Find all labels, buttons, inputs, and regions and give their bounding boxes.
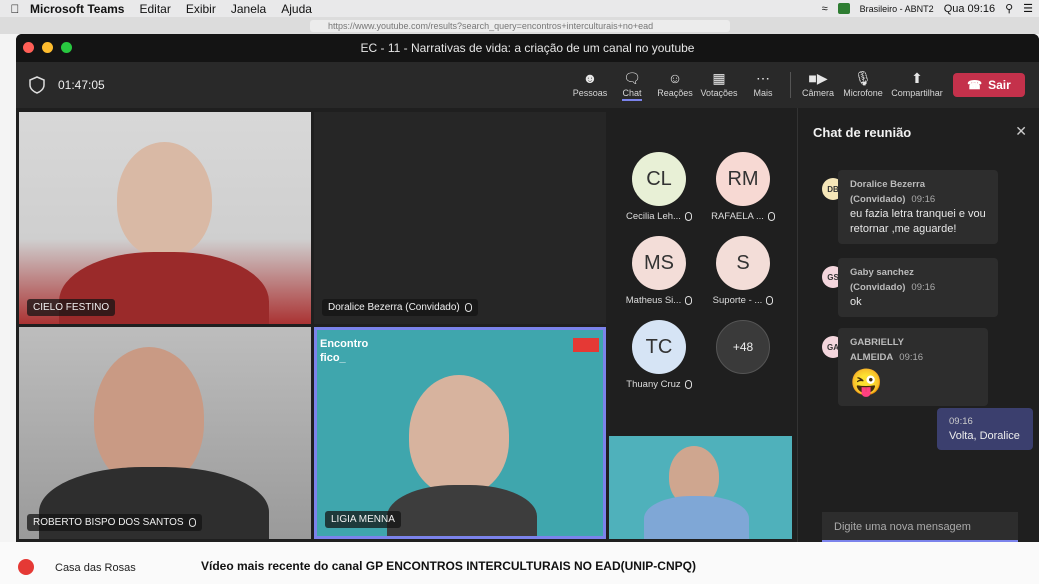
menu-janela[interactable]: Janela: [231, 2, 266, 16]
phone-hangup-icon: ☎: [967, 78, 983, 92]
reactions-icon: ☺: [667, 70, 683, 86]
window-titlebar: EC - 11 - Narrativas de vida: a criação …: [16, 34, 1039, 62]
tile-name-label: ROBERTO BISPO DOS SANTOS: [27, 514, 202, 531]
roster-avatar[interactable]: MS Matheus Si...: [619, 236, 699, 306]
wifi-icon[interactable]: ≈: [822, 3, 828, 15]
menu-ajuda[interactable]: Ajuda: [281, 2, 312, 16]
message-compose-input[interactable]: Digite uma nova mensagem: [822, 512, 1018, 542]
video-tile-self-view[interactable]: [609, 436, 792, 539]
menubar-status-area: ≈ Brasileiro - ABNT2 Qua 09:16 ⚲ ☰: [822, 0, 1033, 17]
spotlight-icon[interactable]: ⚲: [1005, 2, 1013, 15]
meeting-chat-panel: Chat de reunião ✕ DB Doralice Bezerra (C…: [797, 108, 1039, 542]
roster-avatar[interactable]: S Suporte - ...: [703, 236, 783, 306]
tile-name-label: CIELO FESTINO: [27, 299, 116, 316]
chat-message: Gaby sanchez (Convidado) 09:16 ok: [838, 258, 998, 317]
participant-body: [644, 496, 749, 539]
teams-meeting-window: EC - 11 - Narrativas de vida: a criação …: [16, 34, 1039, 542]
mic-muted-icon: [464, 303, 472, 312]
video-tile-cielo[interactable]: CIELO FESTINO: [19, 112, 311, 324]
channel-link[interactable]: Casa das Rosas: [55, 562, 136, 574]
apple-menu-icon[interactable]: : [0, 2, 30, 16]
channel-avatar-icon[interactable]: [18, 559, 34, 575]
participant-face: [409, 375, 509, 495]
meeting-toolbar: 01:47:05 ☻ Pessoas 🗨 Chat ☺ Reações ▦ Vo…: [16, 62, 1039, 108]
youtube-page-strip: Casa das Rosas Vídeo mais recente do can…: [0, 542, 1039, 584]
roster-overflow-count[interactable]: +48: [703, 320, 783, 374]
video-tile-roberto[interactable]: ROBERTO BISPO DOS SANTOS: [19, 327, 311, 539]
own-chat-message: 09:16 Volta, Doralice: [937, 408, 1033, 450]
chat-icon: 🗨: [623, 69, 641, 86]
chat-message: GABRIELLY ALMEIDA 09:16 😜: [838, 328, 988, 406]
menubar-clock[interactable]: Qua 09:16: [944, 3, 995, 15]
menu-exibir[interactable]: Exibir: [186, 2, 216, 16]
mic-muted-icon: [767, 212, 775, 221]
toolbar-divider: [790, 72, 791, 98]
control-center-icon[interactable]: ☰: [1023, 2, 1033, 15]
chat-message: Doralice Bezerra (Convidado) 09:16 eu faz…: [838, 170, 998, 244]
meeting-timer: 01:47:05: [58, 78, 105, 92]
more-button[interactable]: ⋯ Mais: [737, 68, 789, 104]
mic-muted-icon: [685, 296, 693, 305]
menu-editar[interactable]: Editar: [139, 2, 170, 16]
browser-url-bar[interactable]: https://www.youtube.com/results?search_q…: [310, 20, 730, 32]
roster-avatar[interactable]: TC Thuany Cruz: [619, 320, 699, 390]
more-icon: ⋯: [756, 69, 770, 86]
minimize-window-button[interactable]: [42, 42, 53, 53]
video-tile-ligia[interactable]: Encontro fico_ LIGIA MENNA: [314, 327, 606, 539]
macos-menubar:  Microsoft Teams Editar Exibir Janela A…: [0, 0, 1039, 17]
video-title[interactable]: Vídeo mais recente do canal GP ENCONTROS…: [201, 559, 696, 573]
mic-muted-icon: [684, 212, 692, 221]
slide-text-encontro: Encontro: [320, 338, 369, 350]
participant-face: [94, 347, 204, 487]
emoji-wink-tongue: 😜: [850, 367, 883, 397]
camera-icon: ■▶: [808, 69, 828, 86]
participant-body: [387, 485, 537, 536]
close-icon[interactable]: ✕: [1015, 123, 1027, 140]
mic-off-icon: 🎙: [854, 69, 872, 86]
window-controls: [23, 42, 72, 53]
mic-muted-icon: [684, 380, 692, 389]
roster-avatar[interactable]: CL Cecilia Leh...: [619, 152, 699, 222]
people-icon: ☻: [582, 70, 598, 86]
roster-avatar[interactable]: RM RAFAELA ...: [703, 152, 783, 222]
chat-title: Chat de reunião: [813, 125, 912, 140]
flag-icon: [837, 3, 850, 14]
background-browser-toolbar: https://www.youtube.com/results?search_q…: [0, 17, 1039, 34]
tile-name-label: LIGIA MENNA: [325, 511, 401, 528]
close-window-button[interactable]: [23, 42, 34, 53]
participant-face: [117, 142, 212, 257]
keyboard-layout[interactable]: Brasileiro - ABNT2: [860, 4, 934, 14]
shield-icon: [29, 76, 45, 94]
microphone-button[interactable]: 🎙 Microfone: [837, 68, 889, 104]
share-button[interactable]: ⬆ Compartilhar: [891, 68, 943, 104]
polls-icon: ▦: [712, 69, 726, 86]
slide-text-fico: fico_: [320, 352, 346, 364]
mic-muted-icon: [766, 296, 774, 305]
tile-name-label: Doralice Bezerra (Convidado): [322, 299, 478, 316]
leave-button[interactable]: ☎ Sair: [953, 73, 1025, 97]
video-tile-doralice[interactable]: Doralice Bezerra (Convidado): [314, 112, 606, 324]
participant-roster: CL Cecilia Leh... RM RAFAELA ... MS Math…: [609, 112, 797, 434]
zoom-window-button[interactable]: [61, 42, 72, 53]
window-title: EC - 11 - Narrativas de vida: a criação …: [360, 41, 695, 55]
share-icon: ⬆: [911, 69, 923, 86]
menu-app-name[interactable]: Microsoft Teams: [30, 2, 124, 16]
unip-logo: [573, 338, 599, 352]
mic-muted-icon: [188, 518, 196, 527]
